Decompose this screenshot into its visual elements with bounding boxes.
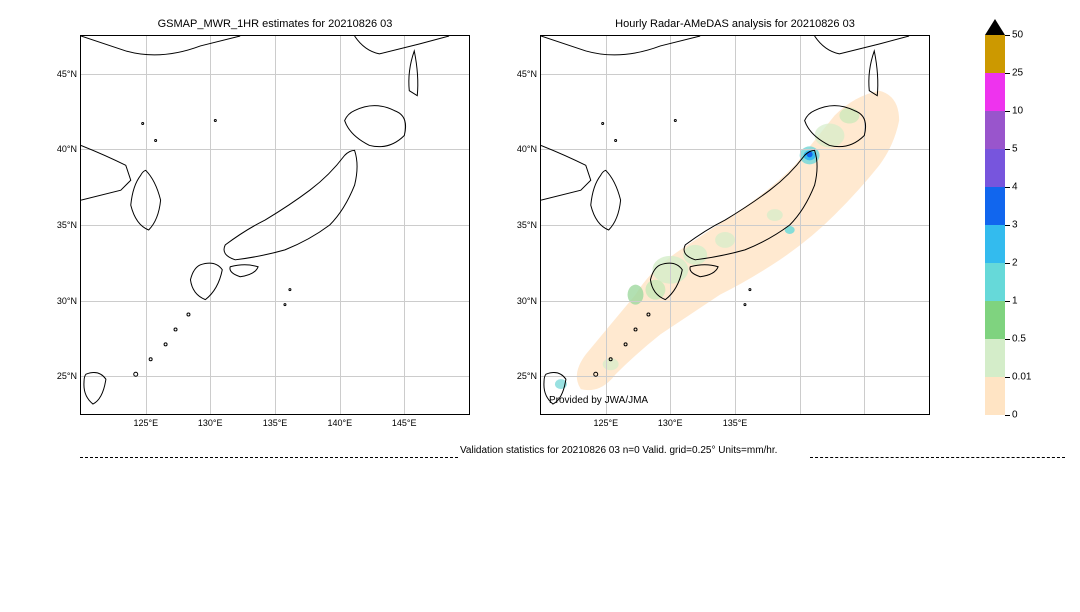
colorbar-tick	[1005, 339, 1010, 340]
coastline-map-icon	[541, 36, 929, 414]
y-axis-label: 25°N	[57, 371, 81, 381]
colorbar-label: 25	[1012, 68, 1023, 79]
colorbar-segment	[985, 377, 1005, 415]
divider-line	[810, 457, 1065, 458]
colorbar-label: 0.01	[1012, 372, 1031, 383]
y-axis-label: 40°N	[517, 144, 541, 154]
coastline-map-icon	[81, 36, 469, 414]
colorbar: 50 25 10 5 4 3 2 1 0.5 0.01 0	[985, 35, 1005, 415]
colorbar-segment	[985, 111, 1005, 149]
colorbar-tick	[1005, 377, 1010, 378]
colorbar-label: 3	[1012, 220, 1018, 231]
x-axis-label: 135°E	[263, 414, 288, 428]
right-map-title: Hourly Radar-AMeDAS analysis for 2021082…	[541, 18, 929, 30]
left-map-panel: GSMAP_MWR_1HR estimates for 20210826 03 …	[80, 35, 470, 415]
colorbar-tick	[1005, 111, 1010, 112]
y-axis-label: 45°N	[57, 69, 81, 79]
colorbar-tick	[1005, 35, 1010, 36]
y-axis-label: 35°N	[517, 220, 541, 230]
colorbar-tick	[1005, 263, 1010, 264]
colorbar-segment	[985, 149, 1005, 187]
x-axis-label: 135°E	[723, 414, 748, 428]
right-map-panel: Hourly Radar-AMeDAS analysis for 2021082…	[540, 35, 930, 415]
colorbar-label: 0.5	[1012, 334, 1026, 345]
colorbar-tick	[1005, 73, 1010, 74]
colorbar-label: 10	[1012, 106, 1023, 117]
colorbar-label: 50	[1012, 30, 1023, 41]
left-map-title: GSMAP_MWR_1HR estimates for 20210826 03	[81, 18, 469, 30]
colorbar-label: 4	[1012, 182, 1018, 193]
colorbar-label: 0	[1012, 410, 1018, 421]
colorbar-tick	[1005, 415, 1010, 416]
colorbar-overflow-arrow-icon	[985, 19, 1005, 35]
colorbar-label: 2	[1012, 258, 1018, 269]
colorbar-segment	[985, 35, 1005, 73]
y-axis-label: 30°N	[517, 296, 541, 306]
colorbar-segment	[985, 187, 1005, 225]
x-axis-label: 130°E	[198, 414, 223, 428]
colorbar-segment	[985, 73, 1005, 111]
y-axis-label: 30°N	[57, 296, 81, 306]
validation-statistics-label: Validation statistics for 20210826 03 n=…	[460, 445, 777, 456]
y-axis-label: 25°N	[517, 371, 541, 381]
colorbar-segment	[985, 263, 1005, 301]
x-axis-label: 130°E	[658, 414, 683, 428]
colorbar-tick	[1005, 149, 1010, 150]
y-axis-label: 35°N	[57, 220, 81, 230]
chart-container: GSMAP_MWR_1HR estimates for 20210826 03 …	[0, 0, 1080, 612]
colorbar-tick	[1005, 187, 1010, 188]
divider-line	[80, 457, 458, 458]
colorbar-tick	[1005, 225, 1010, 226]
colorbar-tick	[1005, 301, 1010, 302]
colorbar-segment	[985, 225, 1005, 263]
colorbar-label: 5	[1012, 144, 1018, 155]
x-axis-label: 125°E	[133, 414, 158, 428]
colorbar-label: 1	[1012, 296, 1018, 307]
colorbar-segment	[985, 339, 1005, 377]
colorbar-segment	[985, 301, 1005, 339]
x-axis-label: 145°E	[392, 414, 417, 428]
x-axis-label: 125°E	[593, 414, 618, 428]
y-axis-label: 45°N	[517, 69, 541, 79]
x-axis-label: 140°E	[327, 414, 352, 428]
y-axis-label: 40°N	[57, 144, 81, 154]
